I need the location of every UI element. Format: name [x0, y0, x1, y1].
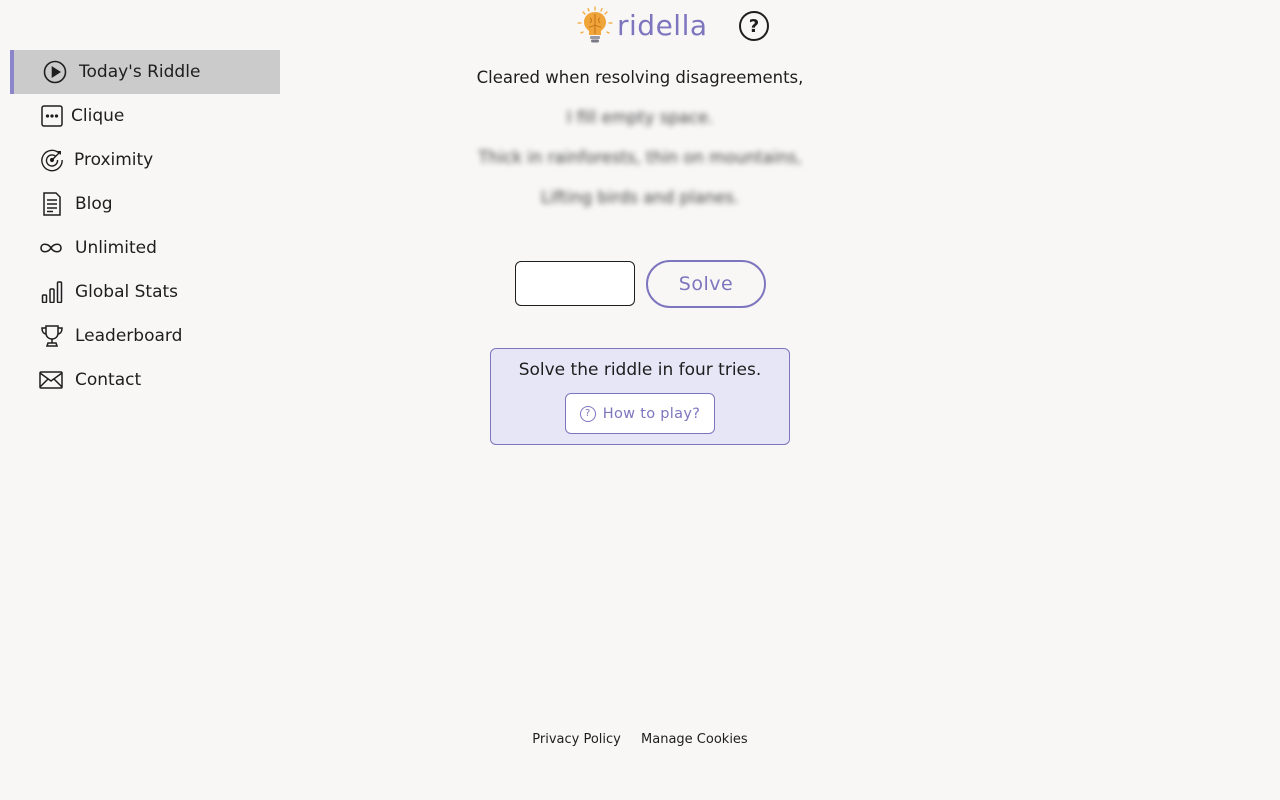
sidebar-item-proximity[interactable]: Proximity — [10, 138, 280, 182]
sidebar-item-label: Today's Riddle — [79, 62, 201, 82]
answer-input[interactable] — [515, 261, 635, 306]
target-icon — [40, 148, 64, 172]
trophy-icon — [40, 324, 64, 348]
sidebar-item-label: Leaderboard — [75, 326, 183, 346]
sidebar-item-label: Global Stats — [75, 282, 179, 302]
manage-cookies-link[interactable]: Manage Cookies — [641, 732, 748, 747]
sidebar: Today's Riddle Clique Proximity Blog Unl… — [10, 50, 280, 402]
instructions-text: Solve the riddle in four tries. — [518, 360, 762, 380]
sidebar-item-contact[interactable]: Contact — [10, 358, 280, 402]
solve-button[interactable]: Solve — [646, 260, 766, 308]
riddle-line-hidden: Thick in rainforests, thin on mountains, — [478, 148, 802, 167]
page: ridella ? Today's Riddle Clique Proximit… — [0, 0, 1280, 800]
infinity-icon — [39, 236, 63, 260]
sidebar-item-label: Blog — [75, 194, 113, 214]
logo-link[interactable]: ridella — [577, 6, 708, 48]
riddle-line-hidden: Lifting birds and planes. — [540, 188, 740, 207]
question-circle-icon: ? — [579, 405, 596, 422]
help-button[interactable]: ? — [739, 11, 769, 41]
play-circle-icon — [43, 60, 67, 84]
sidebar-item-label: Unlimited — [75, 238, 157, 258]
sidebar-item-leaderboard[interactable]: Leaderboard — [10, 314, 280, 358]
sidebar-item-global-stats[interactable]: Global Stats — [10, 270, 280, 314]
dots-square-icon — [40, 104, 64, 128]
how-to-play-button[interactable]: ? How to play? — [565, 393, 715, 434]
how-to-play-label: How to play? — [602, 405, 701, 422]
document-icon — [40, 192, 64, 216]
question-circle-icon: ? — [748, 15, 760, 37]
lightbulb-brain-icon — [577, 6, 613, 48]
bar-chart-icon — [40, 280, 64, 304]
sidebar-item-label: Clique — [71, 106, 125, 126]
sidebar-item-todays-riddle[interactable]: Today's Riddle — [10, 50, 280, 94]
sidebar-item-blog[interactable]: Blog — [10, 182, 280, 226]
sidebar-item-clique[interactable]: Clique — [10, 94, 280, 138]
footer: Privacy Policy Manage Cookies — [0, 732, 1280, 747]
envelope-icon — [39, 368, 63, 392]
riddle-text: Cleared when resolving disagreements, I … — [390, 64, 890, 224]
riddle-line-hidden: I fill empty space. — [566, 108, 714, 127]
riddle-line: Cleared when resolving disagreements, — [476, 68, 804, 87]
sidebar-item-label: Proximity — [74, 150, 154, 170]
instructions-box: Solve the riddle in four tries. ? How to… — [490, 348, 790, 445]
logo-text: ridella — [617, 9, 708, 42]
sidebar-item-label: Contact — [75, 370, 142, 390]
sidebar-item-unlimited[interactable]: Unlimited — [10, 226, 280, 270]
privacy-policy-link[interactable]: Privacy Policy — [532, 732, 621, 747]
